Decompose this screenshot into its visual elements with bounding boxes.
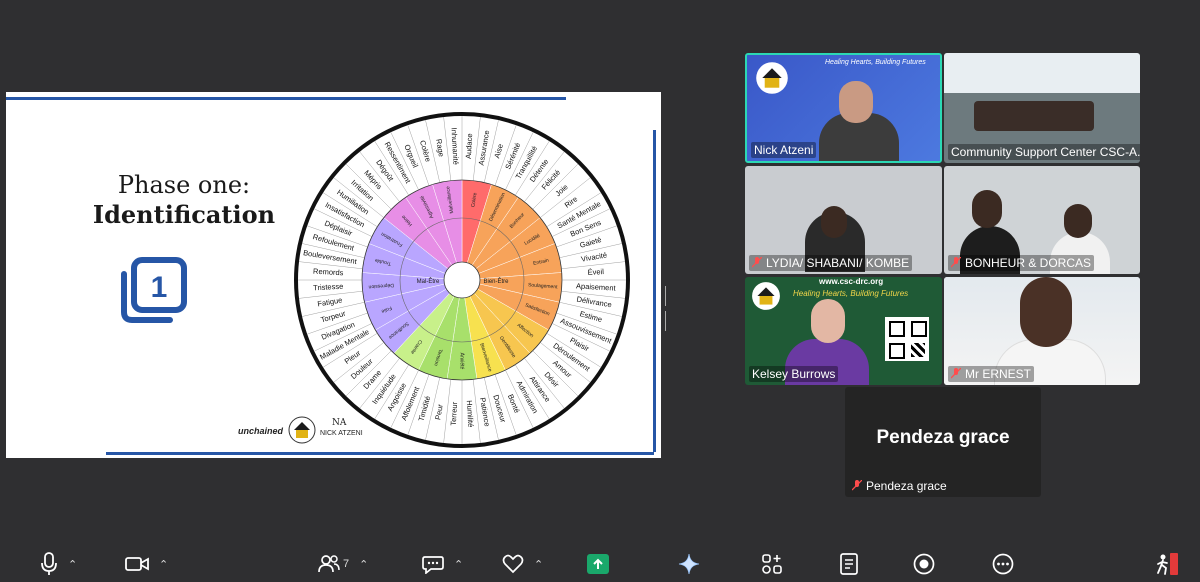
participant-name-text: Pendeza grace: [866, 479, 947, 493]
toolbar-share: [587, 550, 609, 578]
banner-url: www.csc-drc.org: [819, 277, 884, 286]
apps-icon[interactable]: [761, 553, 783, 575]
csc-logo-icon: [756, 62, 788, 94]
wheel-inner-label: Anxiété: [459, 353, 465, 370]
microphone-icon[interactable]: [40, 552, 58, 576]
video-tile-pendeza-grace[interactable]: Pendeza grace Pendeza grace: [845, 387, 1041, 497]
participant-name-text: LYDIA/ SHABANI/ KOMBE: [766, 256, 910, 270]
slide-title: Phase one: Identification: [64, 170, 304, 230]
wheel-center: [443, 261, 481, 299]
banner-slogan: Healing Hearts, Building Futures: [793, 289, 909, 298]
participant-name: Community Support Center CSC-A...: [948, 144, 1140, 160]
participant-name: LYDIA/ SHABANI/ KOMBE: [749, 255, 913, 271]
toolbar-record: [913, 550, 935, 578]
panel-resize-handle[interactable]: [665, 286, 669, 331]
video-tile-mr-ernest[interactable]: Mr ERNEST: [944, 277, 1140, 385]
emotion-wheel: Mal-Être Bien-ÊtreColère Détermination Bonh…: [294, 112, 630, 448]
wheel-outer-label: Éveil: [587, 267, 604, 277]
toolbar-leave: [1154, 550, 1180, 578]
participant-name-text: Mr ERNEST: [965, 367, 1031, 381]
people-icon[interactable]: [318, 554, 340, 574]
leave-icon[interactable]: [1154, 552, 1180, 576]
person-face: [821, 206, 847, 238]
record-icon[interactable]: [913, 553, 935, 575]
chat-options-caret[interactable]: ⌃: [454, 558, 463, 571]
wheel-outer-label: Tristesse: [313, 282, 344, 293]
participants-count: 7: [343, 558, 350, 570]
person-face: [1020, 277, 1072, 347]
toolbar-notes: [840, 550, 858, 578]
csc-logo-icon: [752, 282, 780, 310]
step-number: 1: [151, 271, 168, 304]
person-face-2: [1064, 204, 1092, 238]
participant-name: Mr ERNEST: [948, 366, 1034, 382]
participant-name: BONHEUR & DORCAS: [948, 255, 1095, 271]
shared-slide: Phase one: Identification 1 unchained NA…: [6, 92, 661, 458]
toolbar-mic: ⌃: [40, 550, 77, 578]
slide-title-line1: Phase one:: [117, 171, 251, 199]
participant-name: Nick Atzeni: [751, 142, 817, 158]
toolbar-apps: [761, 550, 783, 578]
toolbar-reactions: ⌃: [502, 550, 543, 578]
participant-name: Kelsey Burrows: [749, 366, 839, 382]
mic-off-icon: [951, 368, 961, 379]
participant-name: Pendeza grace: [849, 478, 950, 494]
room-table: [974, 101, 1094, 131]
participant-avatar-name: Pendeza grace: [876, 427, 1010, 448]
camera-options-caret[interactable]: ⌃: [159, 558, 168, 571]
wheel-outer-label: Audace: [464, 133, 474, 159]
mic-off-icon: [852, 480, 862, 491]
sparkle-icon[interactable]: [678, 553, 700, 575]
wheel-outer-label: Remords: [313, 267, 344, 278]
slide-bottom-bar: [106, 452, 654, 455]
video-tile-bonheur-dorcas[interactable]: BONHEUR & DORCAS: [944, 166, 1140, 274]
video-tile-community-support-center[interactable]: Community Support Center CSC-A...: [944, 53, 1140, 163]
wheel-center-label: Mal-Être: [417, 277, 440, 285]
toolbar-camera: ⌃: [125, 550, 168, 578]
toolbar-more: [992, 550, 1014, 578]
slide-title-line2: Identification: [92, 200, 276, 229]
mic-off-icon: [951, 257, 961, 268]
person-face: [811, 299, 845, 343]
banner-text: Healing Hearts, Building Futures: [825, 59, 926, 66]
step-number-icon: 1: [121, 257, 187, 323]
participant-name-text: BONHEUR & DORCAS: [965, 256, 1092, 270]
wheel-outer-label: Terreur: [449, 401, 459, 426]
slide-top-bar: [6, 97, 566, 100]
qr-code-icon: [885, 317, 929, 361]
heart-icon[interactable]: [502, 554, 524, 574]
toolbar-ai: [678, 550, 700, 578]
person-face: [972, 190, 1002, 228]
reactions-options-caret[interactable]: ⌃: [534, 558, 543, 571]
toolbar-participants: 7 ⌃: [318, 550, 368, 578]
toolbar-chat: ⌃: [422, 550, 463, 578]
room-wall: [944, 53, 1140, 93]
mic-options-caret[interactable]: ⌃: [68, 558, 77, 571]
notes-icon[interactable]: [840, 553, 858, 575]
wheel-outer-label: Humilité: [465, 400, 476, 428]
video-tile-lydia-shabani-kombe[interactable]: LYDIA/ SHABANI/ KOMBE: [745, 166, 942, 274]
wheel-center-label: Bien-Être: [483, 277, 509, 285]
person-face: [839, 81, 873, 123]
slide-right-bar: [653, 130, 656, 452]
chat-icon[interactable]: [422, 554, 444, 574]
video-tile-nick-atzeni[interactable]: Healing Hearts, Building Futures Nick At…: [745, 53, 942, 163]
camera-icon[interactable]: [125, 555, 149, 573]
logo-unchained: unchained: [238, 426, 284, 436]
more-icon[interactable]: [992, 553, 1014, 575]
video-tile-kelsey-burrows[interactable]: www.csc-drc.org Healing Hearts, Building…: [745, 277, 942, 385]
participants-options-caret[interactable]: ⌃: [359, 558, 368, 571]
share-icon[interactable]: [587, 554, 609, 574]
mic-off-icon: [752, 257, 762, 268]
